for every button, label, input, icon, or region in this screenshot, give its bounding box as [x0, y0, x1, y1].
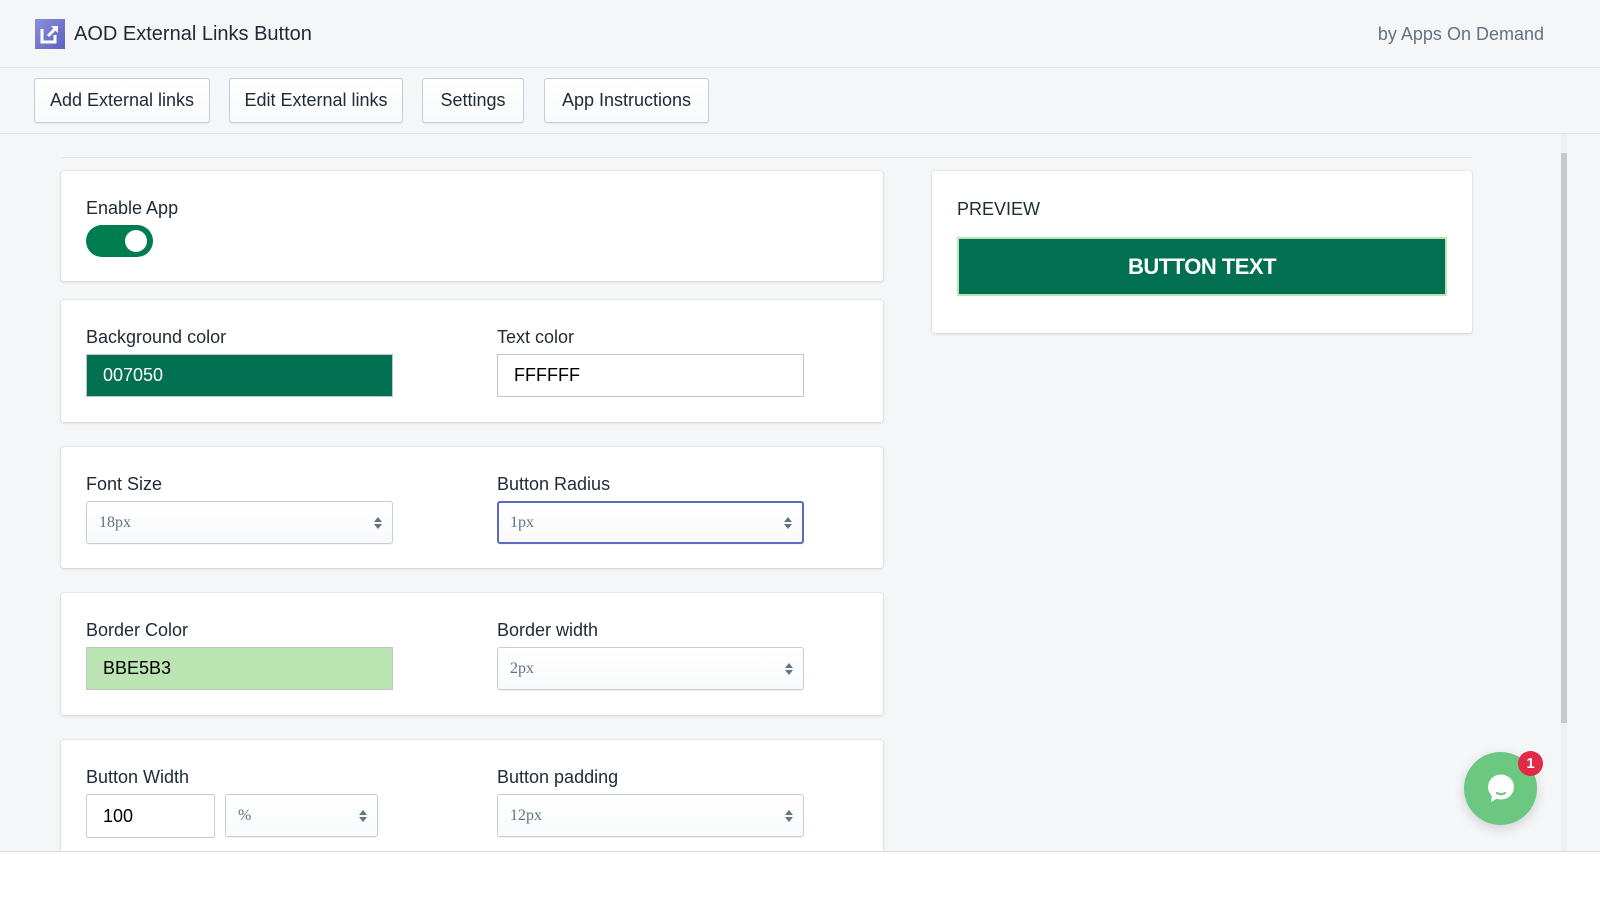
font-size-value: 18px [99, 513, 131, 531]
tab-add-external-links[interactable]: Add External links [34, 78, 210, 123]
tab-app-instructions[interactable]: App Instructions [544, 78, 709, 123]
section-divider [61, 157, 1472, 158]
horizontal-scroll-region [0, 851, 1600, 900]
enable-app-card: Enable App [61, 171, 883, 281]
border-width-value: 2px [510, 659, 534, 677]
select-arrows-icon [374, 516, 382, 530]
background-color-label: Background color [86, 327, 227, 347]
button-radius-label: Button Radius [497, 474, 611, 494]
preview-label: PREVIEW [957, 199, 1041, 219]
border-color-input[interactable]: BBE5B3 [86, 647, 393, 690]
border-width-select[interactable]: 2px [497, 647, 804, 690]
button-padding-value: 12px [510, 806, 542, 824]
colors-card: Background color 007050 Text color FFFFF… [61, 300, 883, 422]
chat-bubble-icon [1487, 774, 1514, 802]
button-radius-select[interactable]: 1px [497, 501, 804, 544]
select-arrows-icon [359, 809, 367, 823]
preview-card: PREVIEW BUTTON TEXT [932, 171, 1472, 333]
toggle-knob [125, 230, 147, 252]
preview-button[interactable]: BUTTON TEXT [957, 237, 1447, 296]
text-color-input[interactable]: FFFFFF [497, 354, 804, 397]
enable-app-toggle[interactable] [86, 225, 153, 257]
enable-app-label: Enable App [86, 198, 179, 218]
chat-notification-badge: 1 [1518, 751, 1543, 776]
button-width-label: Button Width [86, 767, 190, 787]
button-padding-select[interactable]: 12px [497, 794, 804, 837]
external-link-icon [35, 19, 65, 49]
button-width-unit-select[interactable]: % [225, 794, 378, 837]
background-color-input[interactable]: 007050 [86, 354, 393, 397]
typography-card: Font Size 18px Button Radius 1px [61, 447, 883, 568]
scrollbar-thumb[interactable] [1561, 153, 1567, 723]
select-arrows-icon [784, 516, 792, 530]
border-width-label: Border width [497, 620, 599, 640]
sizing-card: Button Width 100 % Button padding 12px [61, 740, 883, 851]
tab-settings[interactable]: Settings [422, 78, 524, 123]
select-arrows-icon [785, 809, 793, 823]
button-radius-value: 1px [510, 513, 534, 531]
tab-edit-external-links[interactable]: Edit External links [229, 78, 403, 123]
border-card: Border Color BBE5B3 Border width 2px [61, 593, 883, 715]
vertical-scrollbar[interactable] [1561, 134, 1567, 851]
button-width-unit-value: % [238, 806, 252, 824]
button-padding-label: Button padding [497, 767, 619, 787]
button-width-input[interactable]: 100 [86, 794, 215, 838]
select-arrows-icon [785, 662, 793, 676]
font-size-label: Font Size [86, 474, 163, 494]
border-color-label: Border Color [86, 620, 189, 640]
app-viewport: AOD External Links Button by Apps On Dem… [0, 0, 1600, 851]
font-size-select[interactable]: 18px [86, 501, 393, 544]
app-title: AOD External Links Button [74, 23, 312, 45]
tab-bar: Add External links Edit External links S… [0, 68, 1600, 134]
text-color-label: Text color [497, 327, 575, 347]
app-byline: by Apps On Demand [1377, 24, 1544, 44]
app-header: AOD External Links Button by Apps On Dem… [0, 0, 1600, 68]
